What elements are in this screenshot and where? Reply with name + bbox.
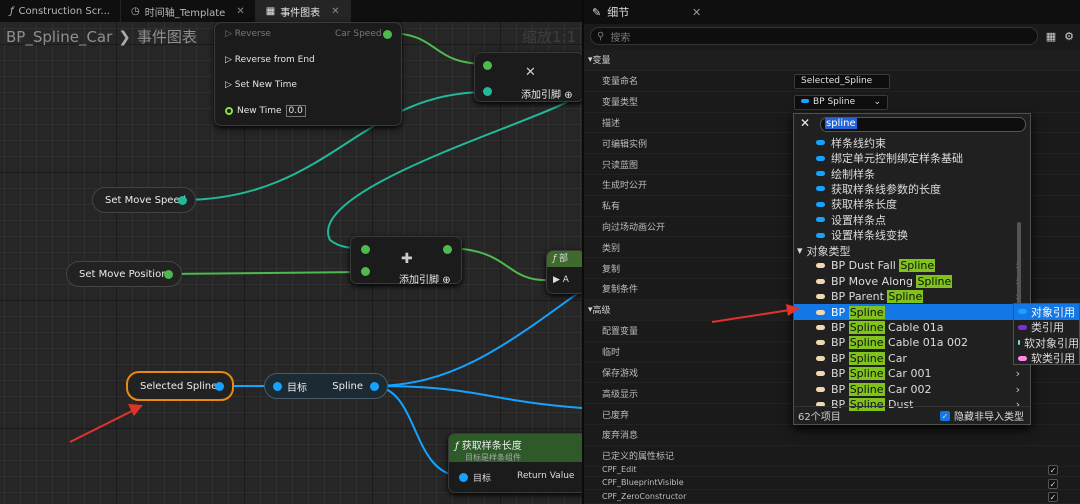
flag-checkbox[interactable]: ✓ (1048, 478, 1058, 489)
blueprint-class-icon (816, 278, 825, 284)
reference-type-icon (1018, 324, 1027, 330)
function-icon (816, 217, 825, 223)
variable-type-select[interactable]: BP Spline ⌄ (794, 94, 888, 110)
flag-row: CPF_Edit ✓ (584, 463, 1080, 477)
function-list-item[interactable]: 绘制样条 (794, 166, 1024, 181)
chevron-down-icon: ⌄ (873, 96, 881, 107)
object-type-item[interactable]: BP Spline Cable 01a› (794, 320, 1024, 335)
close-icon[interactable]: ✕ (800, 116, 810, 130)
reference-option[interactable]: 对象引用 (1014, 304, 1079, 320)
flag-checkbox[interactable]: ✓ (1048, 465, 1058, 475)
category-variable: ▾ 变量 (584, 50, 1080, 71)
blueprint-class-icon (816, 386, 825, 392)
property-row: 废弃消息 (584, 425, 1080, 446)
blueprint-class-icon (816, 340, 825, 346)
reference-type-icon (1018, 309, 1027, 315)
object-type-item[interactable]: BP Parent Spline› (794, 289, 1024, 304)
function-list-item[interactable]: 绑定单元控制绑定样条基础 (794, 150, 1024, 165)
object-type-item[interactable]: BP Move Along Spline› (794, 274, 1024, 289)
reference-type-icon (1018, 355, 1027, 361)
search-icon: ⚲ (597, 30, 605, 42)
function-icon (816, 140, 825, 146)
function-list-item[interactable]: 设置样条点 (794, 212, 1024, 227)
table-view-icon[interactable]: ▦ (1046, 30, 1056, 43)
object-type-item[interactable]: BP Spline Car 002 › (794, 381, 1024, 396)
function-icon (816, 201, 825, 207)
settings-icon[interactable]: ⚙ (1064, 30, 1074, 43)
blueprint-class-icon (816, 371, 825, 377)
blueprint-class-icon (816, 263, 825, 269)
type-search-input[interactable]: spline (820, 117, 1026, 132)
variable-type-dropdown: ✕ spline 样条线约束 绑定单元控制绑定样条基础 绘制样条 获取样条线参数的长度… (793, 113, 1031, 425)
item-count: 62个项目 (798, 412, 841, 423)
reference-option[interactable]: 软类引用 (1014, 351, 1079, 367)
event-graph-canvas[interactable]: ƒ Construction Scr... ◷ 时间轴_Template ✕ ▦ 事件图… (0, 0, 582, 504)
reference-option[interactable]: 类引用 (1014, 320, 1079, 336)
object-type-item[interactable]: BP Spline Car 001 › (794, 366, 1024, 381)
function-list-item[interactable]: 设置样条线变换 (794, 227, 1024, 242)
function-list-item[interactable]: 获取样条线参数的长度 (794, 181, 1024, 196)
property-row: 变量命名 Selected_Spline (584, 71, 1080, 92)
function-list-item[interactable]: 样条线约束 (794, 135, 1024, 150)
flag-row: CPF_BlueprintVisible ✓ (584, 477, 1080, 490)
annotation-arrow (69, 404, 143, 443)
category-object-types[interactable]: ▾ 对象类型 (794, 243, 1024, 258)
details-header: ✎ 细节 ✕ (584, 0, 1080, 24)
function-icon (816, 232, 825, 238)
object-type-item[interactable]: BP Spline Cable 01a 002› (794, 335, 1024, 350)
reference-option[interactable]: 软对象引用 (1014, 335, 1079, 351)
function-icon (816, 155, 825, 161)
chevron-down-icon: ▾ (797, 243, 803, 257)
blueprint-class-icon (816, 355, 825, 361)
close-icon[interactable]: ✕ (692, 6, 701, 19)
blueprint-class-icon (816, 294, 825, 300)
flag-checkbox[interactable]: ✓ (1048, 492, 1058, 502)
pencil-icon: ✎ (592, 5, 602, 19)
function-icon (816, 170, 825, 176)
object-type-item[interactable]: BP Spline Car› (794, 351, 1024, 366)
function-icon (816, 186, 825, 192)
details-search-input[interactable]: ⚲ 搜索 (590, 27, 1038, 45)
variable-name-input[interactable]: Selected_Spline (794, 74, 890, 89)
chevron-right-icon: › (1015, 367, 1020, 381)
chevron-right-icon: › (1015, 382, 1020, 396)
annotation-arrow (711, 304, 800, 323)
reference-type-submenu: 对象引用 类引用 软对象引用 软类引用 (1013, 303, 1080, 365)
hide-unloaded-label: 隐藏非导入类型 (954, 412, 1024, 423)
object-reference-icon (801, 99, 809, 104)
function-list-item[interactable]: 获取样条长度 (794, 197, 1024, 212)
flag-row: CPF_ZeroConstructor ✓ (584, 490, 1080, 504)
object-type-item[interactable]: BP Dust Fall Spline› (794, 258, 1024, 273)
property-row: 变量类型 BP Spline ⌄ (584, 92, 1080, 113)
object-type-item[interactable]: BP Spline› (794, 304, 1024, 320)
hide-unloaded-checkbox[interactable]: ✓ (940, 411, 950, 421)
reference-type-icon (1018, 340, 1020, 346)
